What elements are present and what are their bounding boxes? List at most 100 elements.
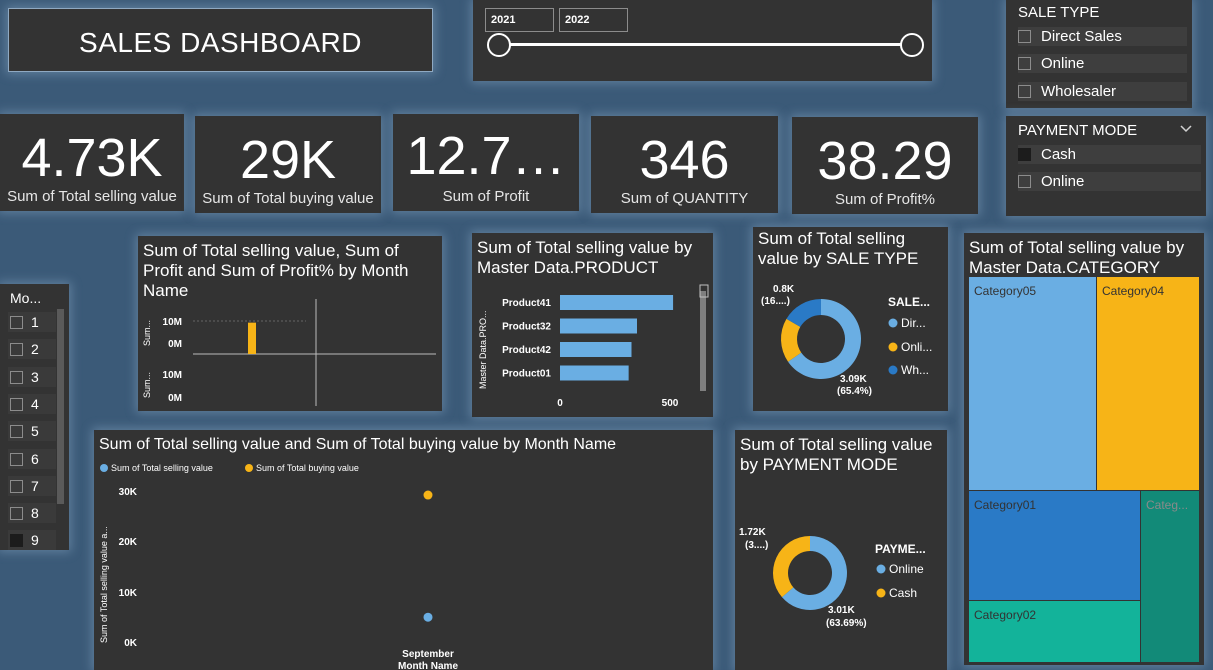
tile-label: Categ... xyxy=(1146,498,1189,512)
option-label: 1 xyxy=(31,314,39,330)
month-option[interactable]: 1 xyxy=(8,312,56,332)
option-label: Online xyxy=(1041,55,1085,72)
checkbox[interactable] xyxy=(10,397,23,411)
scrollbar xyxy=(700,291,706,391)
tick-label: 20K xyxy=(119,537,138,548)
month-option[interactable]: 2 xyxy=(8,339,56,360)
year-slider-track[interactable] xyxy=(499,43,913,46)
checkbox[interactable] xyxy=(10,370,23,384)
chart-title: Sum of Total selling value by SALE TYPE xyxy=(758,229,919,268)
month-option[interactable]: 5 xyxy=(8,421,56,442)
legend-item: Sum of Total selling value xyxy=(111,463,213,473)
legend-item: Wh... xyxy=(901,363,929,377)
legend-title: PAYME... xyxy=(875,542,926,556)
tick-label: 10M xyxy=(163,370,182,381)
legend-marker xyxy=(888,365,898,375)
tick-label: 0K xyxy=(124,638,138,649)
payment-mode-option[interactable]: Online xyxy=(1018,172,1201,191)
data-label: (65.4%) xyxy=(837,386,872,397)
kpi-value: 12.7… xyxy=(406,126,566,186)
checkbox[interactable] xyxy=(10,507,23,521)
kpi-card-quantity: 346 Sum of QUANTITY xyxy=(591,116,778,213)
year-slider-end-handle[interactable] xyxy=(900,33,924,57)
checkbox[interactable] xyxy=(10,479,23,493)
month-option[interactable]: 7 xyxy=(8,475,56,496)
bar xyxy=(560,318,637,334)
data-label: 0.8K xyxy=(773,284,795,295)
donut-slice xyxy=(773,536,810,598)
product-chart-plot: Master Data.PRO... 0 500 Product41 Produc… xyxy=(478,284,709,409)
year-end-input[interactable]: 2022 xyxy=(559,8,628,32)
sale-type-option[interactable]: Wholesaler xyxy=(1018,82,1187,101)
treemap-tile-category03[interactable]: Categ... xyxy=(1141,491,1199,662)
sale-type-slicer-title: SALE TYPE xyxy=(1018,4,1100,21)
chart-title: Sum of Total selling value and Sum of To… xyxy=(99,436,617,453)
sale-type-slicer: SALE TYPE Direct Sales Online Wholesaler xyxy=(1006,0,1192,108)
legend-marker xyxy=(245,464,253,472)
checkbox[interactable] xyxy=(10,425,23,439)
data-label: 3.09K xyxy=(840,374,867,385)
checkbox[interactable] xyxy=(10,452,23,466)
data-label: 3.01K xyxy=(828,605,855,616)
year-start-input[interactable]: 2021 xyxy=(485,8,554,32)
legend-item: Cash xyxy=(889,586,917,600)
legend-item: Onli... xyxy=(901,340,932,354)
checkbox[interactable] xyxy=(10,343,23,357)
treemap-tile-category04[interactable]: Category04 xyxy=(1097,277,1199,490)
month-option[interactable]: 4 xyxy=(8,393,56,414)
month-option[interactable]: 9 xyxy=(8,530,56,550)
checkbox[interactable] xyxy=(1018,57,1031,70)
year-slider-start-handle[interactable] xyxy=(487,33,511,57)
checkbox-checked[interactable] xyxy=(1018,148,1031,161)
tick-label: 0M xyxy=(168,339,182,350)
checkbox[interactable] xyxy=(10,316,23,329)
checkbox[interactable] xyxy=(1018,175,1031,188)
payment-mode-donut-plot: 1.72K (3....) 3.01K (63.69%) PAYME... On… xyxy=(739,527,926,629)
month-option[interactable]: 8 xyxy=(8,503,56,524)
option-label: Online xyxy=(1041,173,1085,190)
legend-marker xyxy=(888,342,898,352)
treemap-tile-category02[interactable]: Category02 xyxy=(969,601,1140,662)
tile-label: Category02 xyxy=(974,608,1037,622)
sale-type-option[interactable]: Online xyxy=(1018,54,1187,73)
checkbox[interactable] xyxy=(1018,85,1031,98)
kpi-card-profit-percent: 38.29 Sum of Profit% xyxy=(792,117,978,214)
option-label: Direct Sales xyxy=(1041,28,1122,45)
treemap-tile-category05[interactable]: Category05 xyxy=(969,277,1096,490)
month-option[interactable]: 3 xyxy=(8,366,56,387)
tick-label: 500 xyxy=(662,398,679,409)
kpi-value: 346 xyxy=(639,130,730,190)
sale-type-option[interactable]: Direct Sales xyxy=(1018,27,1187,46)
treemap-tile-category01[interactable]: Category01 xyxy=(969,491,1140,600)
tick-label: 0M xyxy=(168,393,182,404)
x-axis-title: Month Name xyxy=(398,661,458,670)
checkbox-checked[interactable] xyxy=(10,534,23,548)
chart-title: Sum of Total selling value by Master Dat… xyxy=(477,238,693,277)
tick-label: 10M xyxy=(163,317,182,328)
tick-label: 10K xyxy=(119,588,138,599)
data-label: (16....) xyxy=(761,296,790,307)
legend-item: Sum of Total buying value xyxy=(256,463,359,473)
checkbox[interactable] xyxy=(1018,30,1031,43)
category-label: Product32 xyxy=(502,322,551,333)
month-option[interactable]: 6 xyxy=(8,448,56,469)
page-title: SALES DASHBOARD xyxy=(79,27,362,58)
data-label: (63.69%) xyxy=(826,618,867,629)
month-slicer-scrollbar[interactable] xyxy=(57,309,64,504)
bar-total-selling-value xyxy=(248,322,256,354)
month-slicer: Mo... 1 2 3 4 5 6 7 8 9 xyxy=(0,284,69,550)
payment-mode-option[interactable]: Cash xyxy=(1018,145,1201,164)
option-label: 9 xyxy=(31,532,39,549)
combo-chart-plot: Sum... Sum... 10M 0M 10M 0M xyxy=(142,299,436,406)
month-chart-plot: Sum of Total selling value Sum of Total … xyxy=(99,463,458,670)
category-treemap: Sum of Total selling value by Master Dat… xyxy=(964,233,1204,665)
axis-label: Sum... xyxy=(142,320,152,346)
tile-label: Category01 xyxy=(974,498,1037,512)
kpi-card-profit: 12.7… Sum of Profit xyxy=(393,114,579,211)
point-total-selling-value xyxy=(423,612,433,622)
point-total-buying-value xyxy=(423,490,433,500)
sale-type-donut-chart: Sum of Total selling value by SALE TYPE … xyxy=(753,227,948,411)
category-label: Product42 xyxy=(502,345,551,356)
year-slider-card: 2021 2022 xyxy=(473,0,932,81)
chevron-down-icon[interactable] xyxy=(1180,124,1192,134)
